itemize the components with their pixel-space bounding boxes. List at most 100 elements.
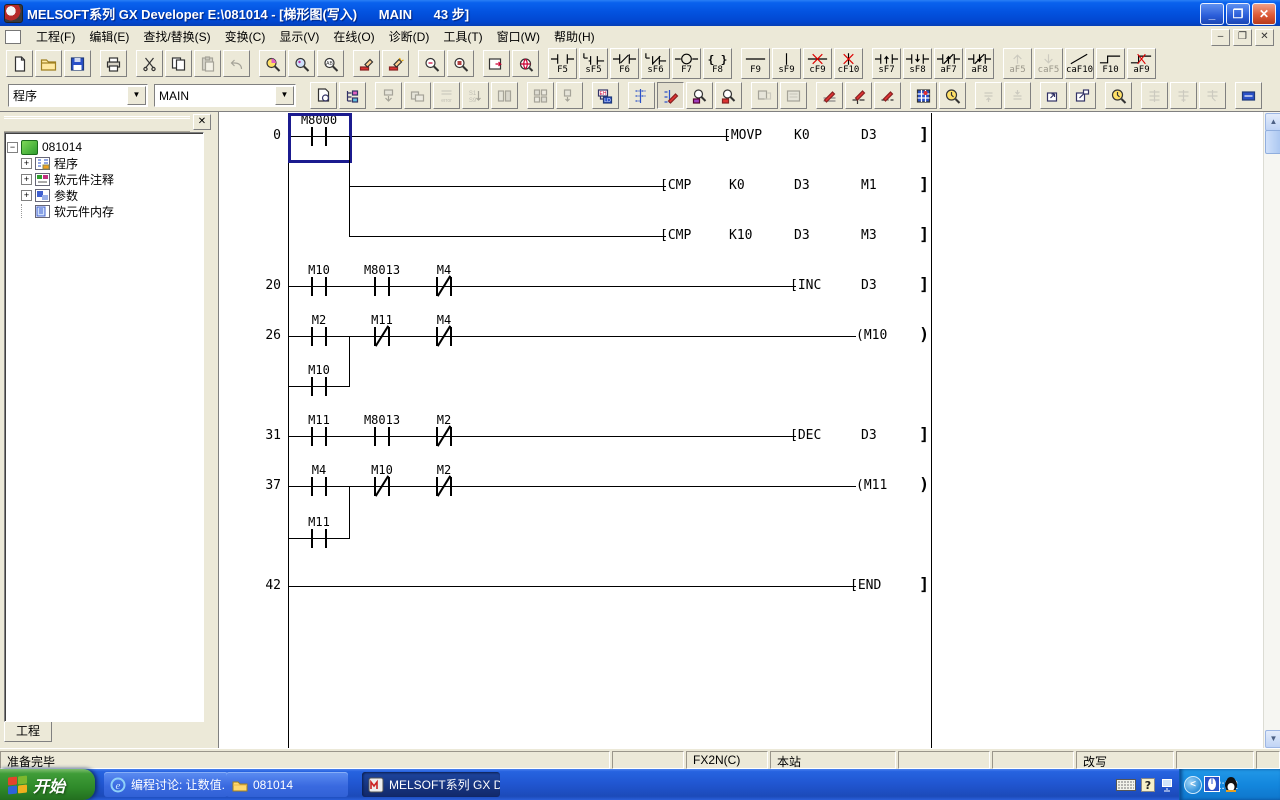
tree-root[interactable]: − 081014 (7, 139, 201, 155)
statement-edit-icon[interactable] (382, 50, 409, 77)
monitor-start-icon[interactable] (939, 82, 966, 109)
fn-aF7-button[interactable]: aF7 (934, 48, 963, 79)
keyboard-icon[interactable] (1116, 779, 1136, 791)
fn-F10-button[interactable]: F10 (1096, 48, 1125, 79)
menu-item-3[interactable]: 变换(C) (218, 26, 273, 47)
chevron-down-icon[interactable]: ▼ (275, 86, 294, 105)
menu-item-5[interactable]: 在线(O) (326, 26, 381, 47)
menu-item-9[interactable]: 帮助(H) (547, 26, 602, 47)
vertical-scrollbar[interactable]: ▲ ▼ (1263, 112, 1280, 749)
fn-sF9-button[interactable]: sF9 (772, 48, 801, 79)
fn-sF6-button[interactable]: sF6 (641, 48, 670, 79)
chevron-down-icon[interactable]: ▼ (127, 86, 146, 105)
copy-icon[interactable] (165, 50, 192, 77)
note-edit-icon[interactable] (874, 82, 901, 109)
project-tab[interactable]: 工程 (4, 722, 52, 742)
start-button[interactable]: 开始 (0, 769, 95, 800)
tree-item-2[interactable]: +参数 (7, 187, 201, 203)
window-front-icon[interactable] (1040, 82, 1067, 109)
read-mode-icon[interactable] (628, 82, 655, 109)
qq-icon[interactable] (1223, 776, 1239, 792)
write-mode-icon[interactable] (657, 82, 684, 109)
display-icon[interactable] (1160, 778, 1174, 792)
find-device-icon[interactable] (288, 50, 315, 77)
monitor-bar-icon[interactable] (1235, 82, 1262, 109)
tree-item-1[interactable]: +软元件注释 (7, 171, 201, 187)
find-icon[interactable] (259, 50, 286, 77)
restore-button[interactable]: ❐ (1226, 3, 1250, 25)
comment-edit-icon[interactable] (816, 82, 843, 109)
fn-caF10-button[interactable]: caF10 (1065, 48, 1094, 79)
data-type-combobox[interactable]: 程序▼ (8, 84, 148, 107)
ime-icon[interactable]: ? (1141, 778, 1155, 792)
open-file-icon[interactable] (35, 50, 62, 77)
cut-icon[interactable] (136, 50, 163, 77)
taskbar-task-0[interactable]: e编程讨论: 让数值... (104, 772, 228, 797)
menu-item-7[interactable]: 工具(T) (436, 26, 489, 47)
monitor-mode-icon[interactable] (686, 82, 713, 109)
menu-item-1[interactable]: 编辑(E) (82, 26, 136, 47)
project-tree[interactable]: − 081014 +程序+软元件注释+参数软元件内存 (4, 132, 204, 722)
menu-item-0[interactable]: 工程(F) (29, 26, 82, 47)
mouse-settings-icon[interactable] (1204, 776, 1220, 792)
expand-icon[interactable]: + (21, 174, 32, 185)
fn-cF9-button[interactable]: cF9 (803, 48, 832, 79)
expand-icon[interactable]: + (21, 158, 32, 169)
monitor-write-mode-icon[interactable] (715, 82, 742, 109)
menu-item-4[interactable]: 显示(V) (272, 26, 326, 47)
minimize-button[interactable]: _ (1200, 3, 1224, 25)
window-new-icon[interactable] (1069, 82, 1096, 109)
tree-item-0[interactable]: +程序 (7, 155, 201, 171)
tree-item-3[interactable]: 软元件内存 (7, 203, 201, 219)
instruction-text: [CMP (660, 178, 691, 193)
fn-sF7-button[interactable]: sF7 (872, 48, 901, 79)
menu-item-6[interactable]: 诊断(D) (382, 26, 437, 47)
taskbar-task-1[interactable]: 081014 (226, 772, 348, 797)
fn-F6-button[interactable]: F6 (610, 48, 639, 79)
fn-F5-button[interactable]: F5 (548, 48, 577, 79)
statement-edit2-icon[interactable] (845, 82, 872, 109)
screen-mode-icon[interactable] (310, 82, 337, 109)
panel-close-icon[interactable]: ✕ (193, 114, 211, 130)
instruction-text: [END (850, 578, 881, 593)
stepdel-icon (1129, 52, 1154, 66)
expand-icon[interactable]: + (21, 190, 32, 201)
scrollbar-thumb[interactable] (1265, 130, 1280, 154)
taskbar-task-2[interactable]: MELSOFT系列 GX D... (362, 772, 500, 797)
device-comment-edit-icon[interactable] (353, 50, 380, 77)
save-icon[interactable] (64, 50, 91, 77)
mdi-close-button[interactable]: ✕ (1255, 29, 1274, 46)
fn-sF5-button[interactable]: sF5 (579, 48, 608, 79)
find-instruction-icon[interactable]: AB (317, 50, 344, 77)
fn-sF8-button[interactable]: sF8 (903, 48, 932, 79)
scroll-up-icon[interactable]: ▲ (1265, 113, 1280, 131)
zoom-device-icon[interactable] (418, 50, 445, 77)
device-test-icon[interactable] (910, 82, 937, 109)
project-tree-toggle-icon[interactable] (339, 82, 366, 109)
time-monitor-icon[interactable] (1105, 82, 1132, 109)
fn-cF10-button[interactable]: cF10 (834, 48, 863, 79)
instruction-text: D3 (861, 278, 877, 293)
mdi-restore-button[interactable]: ❐ (1233, 29, 1252, 46)
zoom-list-icon[interactable] (447, 50, 474, 77)
print-icon[interactable] (100, 50, 127, 77)
ladder-editor[interactable]: 0M8000[MOVPK0D3][CMPK0D3M1][CMPK10D3M3]2… (218, 112, 1280, 749)
fn-F8-button[interactable]: { }F8 (703, 48, 732, 79)
scroll-down-icon[interactable]: ▼ (1265, 730, 1280, 748)
close-button[interactable]: ✕ (1252, 3, 1276, 25)
fn-F7-button[interactable]: F7 (672, 48, 701, 79)
fn-aF8-button[interactable]: aF8 (965, 48, 994, 79)
menu-item-2[interactable]: 查找/替换(S) (136, 26, 217, 47)
hide-icons-chevron[interactable]: < (1184, 776, 1202, 794)
project-data-list-icon[interactable] (483, 50, 510, 77)
program-combobox[interactable]: MAIN▼ (154, 84, 296, 107)
collapse-icon[interactable]: − (7, 142, 18, 153)
ladder-logic-convert-icon[interactable]: EHLD (592, 82, 619, 109)
new-file-icon[interactable] (6, 50, 33, 77)
fn-aF9-button[interactable]: aF9 (1127, 48, 1156, 79)
mdi-document-icon[interactable] (5, 30, 21, 44)
menu-item-8[interactable]: 窗口(W) (490, 26, 547, 47)
help-search-icon[interactable] (512, 50, 539, 77)
fn-F9-button[interactable]: F9 (741, 48, 770, 79)
mdi-minimize-button[interactable]: – (1211, 29, 1230, 46)
